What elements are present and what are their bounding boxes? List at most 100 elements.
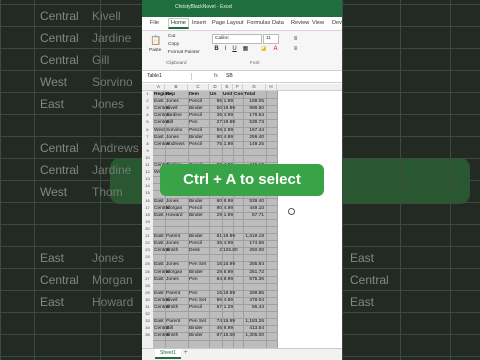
table-cell[interactable]: 29 — [210, 213, 222, 218]
table-cell[interactable]: 16 — [210, 262, 222, 267]
table-cell[interactable]: 449.10 — [244, 206, 264, 211]
table-cell[interactable]: Jones — [166, 99, 179, 104]
table-cell[interactable]: 125.00 — [223, 248, 238, 253]
table-cell[interactable]: 575.36 — [244, 277, 264, 282]
header-cell[interactable]: Item — [189, 92, 199, 97]
table-cell[interactable]: 28 — [210, 270, 222, 275]
table-cell[interactable]: Binder — [189, 234, 203, 239]
table-cell[interactable]: 179.64 — [244, 113, 264, 118]
row-number[interactable]: 8 — [142, 141, 153, 146]
header-cell[interactable]: Rep — [166, 92, 175, 97]
table-cell[interactable]: East — [154, 99, 164, 104]
table-cell[interactable]: 50 — [210, 106, 222, 111]
table-cell[interactable]: Binder — [189, 270, 203, 275]
row-number[interactable]: 24 — [142, 254, 153, 259]
row-number[interactable]: 26 — [142, 269, 153, 274]
table-cell[interactable]: 250.00 — [244, 248, 264, 253]
table-cell[interactable]: Pencil — [189, 142, 202, 147]
fx-icon[interactable]: fx — [214, 73, 218, 79]
row-number[interactable]: 34 — [142, 325, 153, 330]
table-cell[interactable]: Pen Set — [189, 298, 206, 303]
table-cell[interactable]: Binder — [189, 199, 203, 204]
table-cell[interactable]: Pen Set — [189, 262, 206, 267]
header-cell[interactable]: Un — [210, 92, 216, 97]
table-cell[interactable]: East — [154, 277, 164, 282]
row-number[interactable]: 17 — [142, 205, 153, 210]
table-cell[interactable]: Jardine — [166, 113, 182, 118]
table-cell[interactable]: 74 — [210, 319, 222, 324]
paste-button[interactable]: Paste — [149, 48, 161, 53]
table-cell[interactable]: 299.40 — [244, 135, 264, 140]
tab-view[interactable]: View — [310, 19, 326, 27]
table-cell[interactable]: 15.99 — [223, 319, 235, 324]
table-cell[interactable]: Pencil — [189, 206, 202, 211]
table-cell[interactable]: Parent — [166, 234, 180, 239]
table-cell[interactable]: Jones — [166, 277, 179, 282]
table-cell[interactable]: 251.72 — [244, 270, 264, 275]
cut-button[interactable]: Cut — [168, 34, 175, 39]
tab-formulas[interactable]: Formulas — [245, 19, 272, 27]
tab-page-layout[interactable]: Page Layout — [210, 19, 245, 27]
row-number[interactable]: 28 — [142, 283, 153, 288]
column-header-g[interactable]: G — [243, 84, 266, 90]
table-cell[interactable]: 60 — [210, 199, 222, 204]
header-cell[interactable]: Unit — [223, 92, 232, 97]
table-cell[interactable]: East — [154, 319, 164, 324]
table-cell[interactable]: 299.85 — [244, 291, 264, 296]
fill-color-icon[interactable]: ◪ — [260, 46, 267, 53]
table-cell[interactable]: 64 — [210, 277, 222, 282]
table-cell[interactable]: 57.71 — [244, 213, 264, 218]
column-header-d[interactable]: D — [209, 84, 222, 90]
row-number[interactable]: 31 — [142, 304, 153, 309]
add-sheet-button[interactable]: + — [184, 350, 188, 356]
table-cell[interactable]: East — [154, 213, 164, 218]
row-number[interactable]: 10 — [142, 155, 153, 160]
table-cell[interactable]: 60 — [210, 135, 222, 140]
table-cell[interactable]: 4.99 — [223, 113, 233, 118]
row-number[interactable]: 13 — [142, 176, 153, 181]
table-cell[interactable]: 479.04 — [244, 298, 264, 303]
column-header-h[interactable]: H — [266, 84, 277, 90]
table-cell[interactable]: 96 — [210, 298, 222, 303]
format-painter-button[interactable]: Format Painter — [168, 50, 200, 55]
table-cell[interactable]: Kivell — [166, 298, 177, 303]
table-cell[interactable]: East — [154, 234, 164, 239]
table-cell[interactable]: 1,183.26 — [244, 319, 264, 324]
row-number[interactable]: 2 — [142, 98, 153, 103]
table-cell[interactable]: 36 — [210, 113, 222, 118]
table-cell[interactable]: 67 — [210, 305, 222, 310]
row-number[interactable]: 35 — [142, 332, 153, 337]
table-cell[interactable]: West — [154, 128, 165, 133]
row-number[interactable]: 30 — [142, 297, 153, 302]
table-cell[interactable]: 1.99 — [223, 142, 233, 147]
table-cell[interactable]: Pencil — [189, 305, 202, 310]
row-number[interactable]: 15 — [142, 190, 153, 195]
table-cell[interactable]: 167.44 — [244, 128, 264, 133]
table-cell[interactable]: Kivell — [166, 106, 177, 111]
row-number[interactable]: 33 — [142, 318, 153, 323]
table-cell[interactable]: 2.99 — [223, 128, 233, 133]
row-number[interactable]: 16 — [142, 198, 153, 203]
header-cell[interactable]: Cos — [234, 92, 243, 97]
table-cell[interactable]: 1.99 — [223, 213, 233, 218]
row-number[interactable]: 27 — [142, 276, 153, 281]
row-number[interactable]: 9 — [142, 148, 153, 153]
table-cell[interactable]: 15.00 — [223, 333, 235, 338]
row-number[interactable]: 22 — [142, 240, 153, 245]
table-cell[interactable]: 56 — [210, 128, 222, 133]
table-cell[interactable]: Binder — [189, 213, 203, 218]
table-cell[interactable]: Pen — [189, 120, 198, 125]
table-cell[interactable]: Smith — [166, 333, 178, 338]
table-cell[interactable]: Binder — [189, 326, 203, 331]
table-cell[interactable]: 86.43 — [244, 305, 264, 310]
table-cell[interactable]: 35 — [210, 241, 222, 246]
tab-data[interactable]: Data — [270, 19, 286, 27]
table-cell[interactable]: 19.99 — [223, 120, 235, 125]
font-color-icon[interactable]: A — [272, 46, 279, 53]
table-cell[interactable]: East — [154, 241, 164, 246]
table-cell[interactable]: Jones — [166, 199, 179, 204]
row-number[interactable]: 4 — [142, 112, 153, 117]
table-cell[interactable]: Gill — [166, 326, 173, 331]
sheet-tab[interactable]: Sheet1 — [155, 349, 181, 359]
table-cell[interactable]: Parent — [166, 319, 180, 324]
